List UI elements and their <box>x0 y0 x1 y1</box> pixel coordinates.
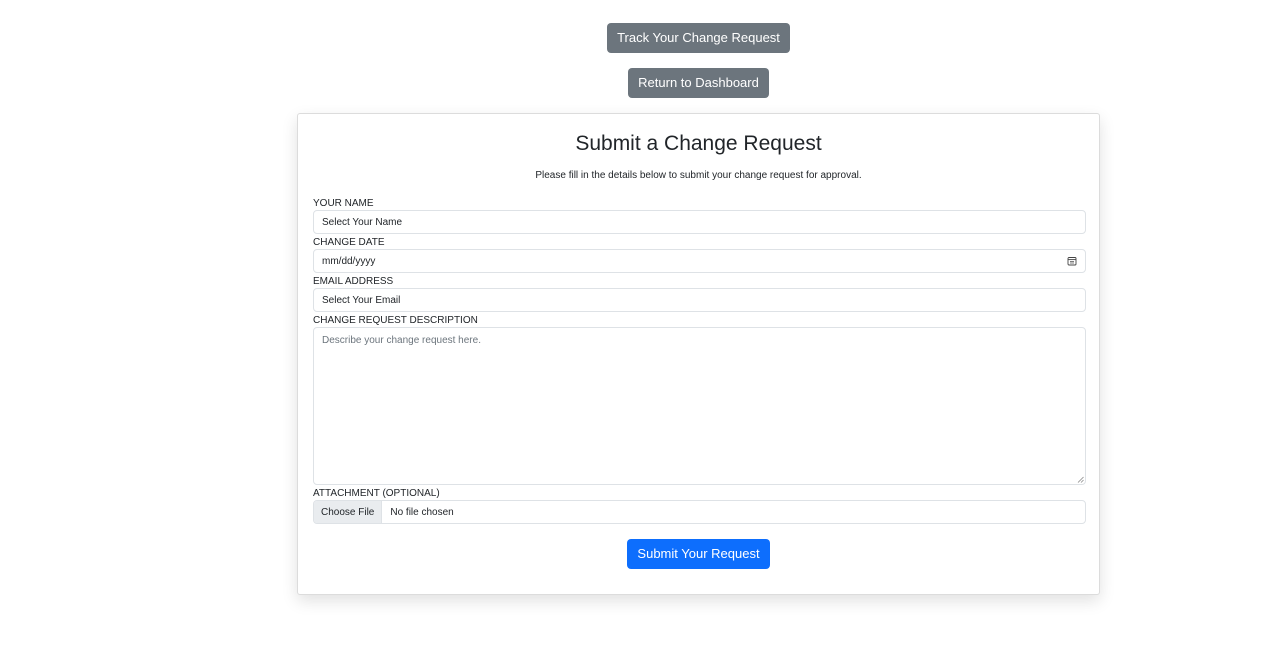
track-request-button[interactable]: Track Your Change Request <box>607 23 790 53</box>
email-field[interactable] <box>313 288 1086 312</box>
date-input[interactable] <box>322 255 1067 267</box>
email-label: EMAIL ADDRESS <box>313 276 394 287</box>
name-label: YOUR NAME <box>313 198 374 209</box>
description-label: CHANGE REQUEST DESCRIPTION <box>313 315 478 326</box>
date-label: CHANGE DATE <box>313 237 385 248</box>
date-field[interactable] <box>313 249 1086 273</box>
choose-file-button[interactable]: Choose File <box>314 501 383 523</box>
page: Track Your Change Request Return to Dash… <box>0 0 1280 656</box>
email-input[interactable] <box>322 294 1077 306</box>
name-input[interactable] <box>322 216 1077 228</box>
resize-handle-icon[interactable] <box>1077 476 1084 483</box>
attachment-label: ATTACHMENT (OPTIONAL) <box>313 488 440 499</box>
submit-row: Submit Your Request <box>313 539 1084 569</box>
change-request-card: Submit a Change Request Please fill in t… <box>297 113 1100 595</box>
file-status-text: No file chosen <box>390 506 454 518</box>
form-title: Submit a Change Request <box>575 132 822 155</box>
return-dashboard-button[interactable]: Return to Dashboard <box>628 68 769 98</box>
name-field[interactable] <box>313 210 1086 234</box>
description-field[interactable] <box>313 327 1086 485</box>
top-actions: Track Your Change Request Return to Dash… <box>0 0 1280 98</box>
form-subtitle: Please fill in the details below to subm… <box>535 170 862 181</box>
attachment-field[interactable]: Choose File No file chosen <box>313 500 1086 524</box>
submit-request-button[interactable]: Submit Your Request <box>627 539 770 569</box>
description-textarea[interactable] <box>314 328 1085 484</box>
calendar-icon[interactable] <box>1067 256 1077 266</box>
